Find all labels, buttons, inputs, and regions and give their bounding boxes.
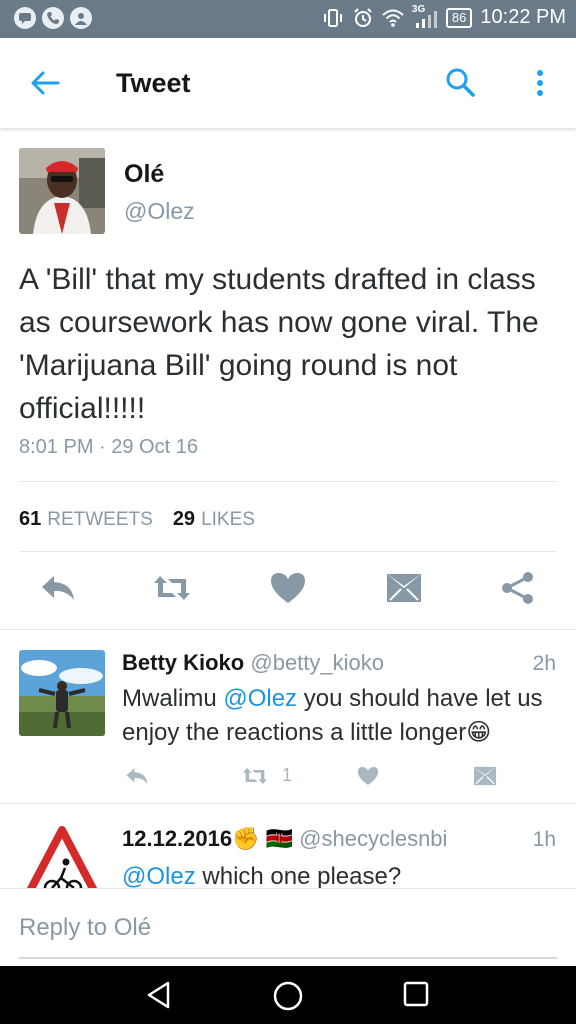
tweet-text: A 'Bill' that my students drafted in cla… xyxy=(19,263,539,425)
reply-author-handle[interactable]: @betty_kioko xyxy=(250,650,384,675)
status-bar: 3G 86 10:22 PM xyxy=(0,0,576,38)
author-handle[interactable]: @Olez xyxy=(124,198,195,225)
likes-label[interactable]: LIKES xyxy=(201,509,255,531)
input-underline xyxy=(19,957,557,959)
reply-icon[interactable] xyxy=(38,570,78,606)
reply-composer[interactable]: Reply to Olé xyxy=(0,888,576,967)
share-icon[interactable] xyxy=(498,570,538,606)
reply-time: 1h xyxy=(532,828,556,851)
wifi-icon xyxy=(382,9,404,27)
navigation-bar xyxy=(0,966,576,1024)
reply-header: Betty Kioko @betty_kioko xyxy=(122,650,384,676)
message-icon xyxy=(14,7,36,29)
reply-author-name[interactable]: Betty Kioko xyxy=(122,650,244,675)
divider xyxy=(19,481,557,482)
reply-time: 2h xyxy=(532,652,556,675)
reply-text: Mwalimu @Olez you should have let us enj… xyxy=(122,682,562,750)
author-name[interactable]: Olé xyxy=(124,160,164,189)
phone-icon xyxy=(42,7,64,29)
home-icon[interactable] xyxy=(272,980,304,1012)
vibrate-icon xyxy=(323,8,342,27)
arrow-left-icon[interactable] xyxy=(28,68,62,98)
battery-level: 86 xyxy=(445,7,473,28)
reply-icon[interactable] xyxy=(124,764,150,788)
retweets-count[interactable]: 61 xyxy=(19,508,41,531)
retweet-icon[interactable] xyxy=(152,570,192,606)
reply-text-start: Mwalimu xyxy=(122,685,224,712)
tweet-actions xyxy=(0,570,576,610)
divider xyxy=(0,629,576,630)
alarm-icon xyxy=(354,7,372,27)
reply-text-end: which one please? xyxy=(195,863,402,888)
like-icon[interactable] xyxy=(356,764,380,788)
avatar[interactable] xyxy=(19,824,105,888)
mention-link[interactable]: @Olez xyxy=(122,863,196,888)
more-vertical-icon[interactable] xyxy=(528,68,552,98)
likes-count[interactable]: 29 xyxy=(173,508,195,531)
notification-icons xyxy=(14,7,92,29)
reply-author-handle[interactable]: @shecyclesnbi xyxy=(299,826,447,851)
retweet-icon[interactable] xyxy=(240,764,270,788)
search-icon[interactable] xyxy=(444,66,476,98)
mention-link[interactable]: @Olez xyxy=(223,685,297,712)
reply-author-name[interactable]: 12.12.2016 xyxy=(122,826,232,851)
contact-icon xyxy=(70,7,92,29)
tweet-timestamp: 8:01 PM · 29 Oct 16 xyxy=(19,436,198,458)
like-icon[interactable] xyxy=(268,570,308,606)
back-icon[interactable] xyxy=(144,980,174,1010)
name-emoji: ✊ 🇰🇪 xyxy=(232,826,294,851)
direct-message-icon[interactable] xyxy=(472,764,498,788)
direct-message-icon[interactable] xyxy=(384,570,424,606)
system-status: 3G 86 10:22 PM xyxy=(322,4,566,29)
avatar[interactable] xyxy=(19,650,105,736)
page-title: Tweet xyxy=(116,68,191,98)
signal-icon: 3G xyxy=(412,4,438,29)
reply-actions: 1 xyxy=(0,764,576,794)
retweet-count: 1 xyxy=(282,765,293,785)
retweets-label[interactable]: RETWEETS xyxy=(47,509,153,531)
divider xyxy=(19,551,557,552)
clock: 10:22 PM xyxy=(480,6,566,28)
app-bar: Tweet xyxy=(0,38,576,128)
reply-header: 12.12.2016✊ 🇰🇪 @shecyclesnbi xyxy=(122,826,447,852)
reply-item[interactable]: 12.12.2016✊ 🇰🇪 @shecyclesnbi 1h @Olez wh… xyxy=(0,804,576,888)
avatar[interactable] xyxy=(19,148,105,234)
reply-text: @Olez which one please? xyxy=(122,860,562,888)
tweet-stats: 61 RETWEETS 29 LIKES xyxy=(19,508,255,531)
recents-icon[interactable] xyxy=(402,980,430,1008)
reply-input[interactable]: Reply to Olé xyxy=(19,914,151,942)
